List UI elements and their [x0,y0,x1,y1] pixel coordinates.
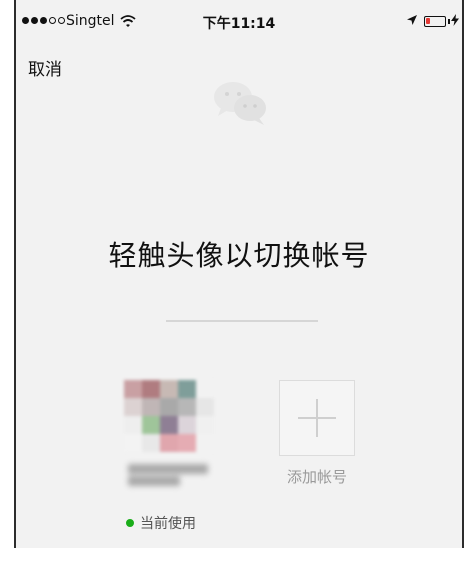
battery-level [426,18,430,24]
status-dot [126,519,134,527]
cancel-button[interactable]: 取消 [28,55,62,80]
add-account-button[interactable] [279,380,355,456]
status-time: 下午11:14 [202,16,276,32]
add-account-label: 添加帐号 [286,468,347,486]
status-bar: Singtel 下午11:14 [16,0,462,40]
current-status: 当前使用 [126,513,196,533]
divider [166,320,318,322]
charging-bolt-icon [451,14,459,26]
battery-icon [424,16,446,27]
avatar [124,380,214,470]
page-title: 轻触头像以切换帐号 [108,239,370,272]
account-name-redacted [126,462,212,488]
current-status-label: 当前使用 [140,516,196,532]
wechat-logo-icon [214,82,266,125]
battery-cap [448,19,450,24]
screen: Singtel 下午11:14 取消 轻触头像以切换帐号 当前使用 添加帐号 [14,0,464,548]
plus-icon [298,399,336,437]
location-arrow-icon [407,15,417,25]
current-account-button[interactable] [124,380,214,470]
